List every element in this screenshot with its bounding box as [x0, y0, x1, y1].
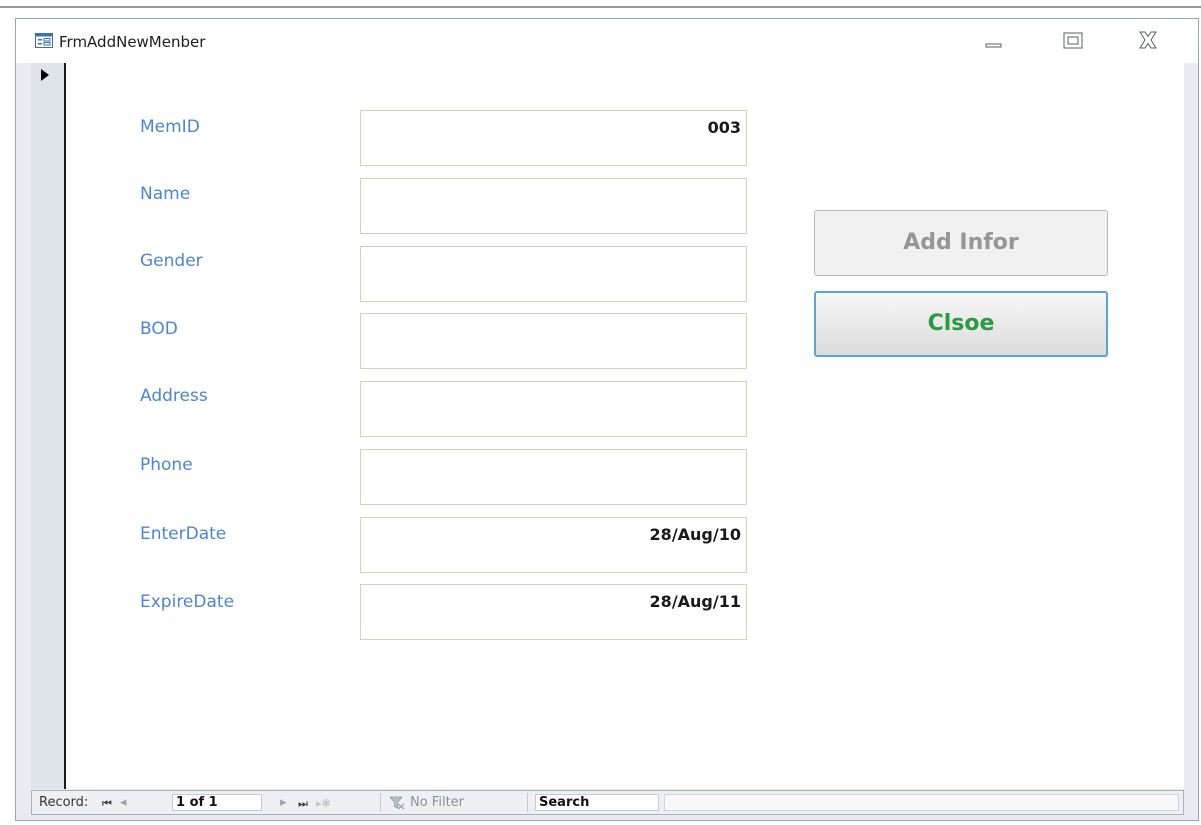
search-input[interactable]: Search — [535, 794, 659, 811]
new-record-icon[interactable]: ▸✱ — [316, 796, 331, 812]
horizontal-scrollbar[interactable] — [664, 794, 1179, 811]
enterdate-label: EnterDate — [140, 524, 227, 544]
expiredate-label: ExpireDate — [140, 592, 235, 612]
restore-icon[interactable] — [1056, 27, 1090, 53]
phone-field[interactable] — [360, 449, 747, 505]
last-record-icon[interactable]: ⏭ — [298, 796, 308, 812]
name-label: Name — [140, 184, 191, 204]
expiredate-field[interactable]: 28/Aug/11 — [360, 584, 747, 640]
first-record-icon[interactable]: ⏮ — [102, 796, 112, 812]
record-navigation-bar: Record: ⏮ ◂ 1 of 1 ▸ ⏭ ▸✱ No Filter Sear… — [31, 790, 1184, 815]
form-icon — [35, 33, 53, 48]
current-record-input[interactable]: 1 of 1 — [172, 794, 262, 811]
name-field[interactable] — [360, 178, 747, 234]
enterdate-field[interactable]: 28/Aug/10 — [360, 517, 747, 573]
record-label: Record: — [39, 795, 89, 810]
current-record-arrow-icon — [41, 69, 49, 81]
next-record-icon[interactable]: ▸ — [280, 795, 287, 811]
window-title: FrmAddNewMenber — [59, 33, 206, 51]
close-icon[interactable] — [1131, 27, 1165, 53]
title-bar: FrmAddNewMenber — [16, 19, 1198, 63]
navbar-separator — [380, 793, 381, 812]
record-selector[interactable] — [31, 63, 66, 789]
bod-label: BOD — [140, 319, 178, 339]
phone-label: Phone — [140, 455, 193, 475]
top-border-line — [0, 6, 1201, 8]
bod-field[interactable] — [360, 313, 747, 369]
minimize-icon[interactable] — [976, 27, 1010, 53]
form-window: FrmAddNewMenber MemID 003 Name Gender BO… — [15, 18, 1199, 821]
memid-field[interactable]: 003 — [360, 110, 747, 166]
address-field[interactable] — [360, 381, 747, 437]
gender-field[interactable] — [360, 246, 747, 302]
address-label: Address — [140, 386, 208, 406]
filter-icon[interactable] — [389, 795, 405, 810]
form-detail-section: MemID 003 Name Gender BOD Address Phone … — [66, 63, 1184, 789]
add-infor-button[interactable]: Add Infor — [814, 210, 1108, 276]
close-button[interactable]: Clsoe — [814, 291, 1108, 357]
previous-record-icon[interactable]: ◂ — [120, 795, 127, 811]
gender-label: Gender — [140, 251, 203, 271]
no-filter-label[interactable]: No Filter — [410, 795, 464, 811]
navbar-separator — [527, 793, 528, 812]
memid-label: MemID — [140, 117, 200, 137]
